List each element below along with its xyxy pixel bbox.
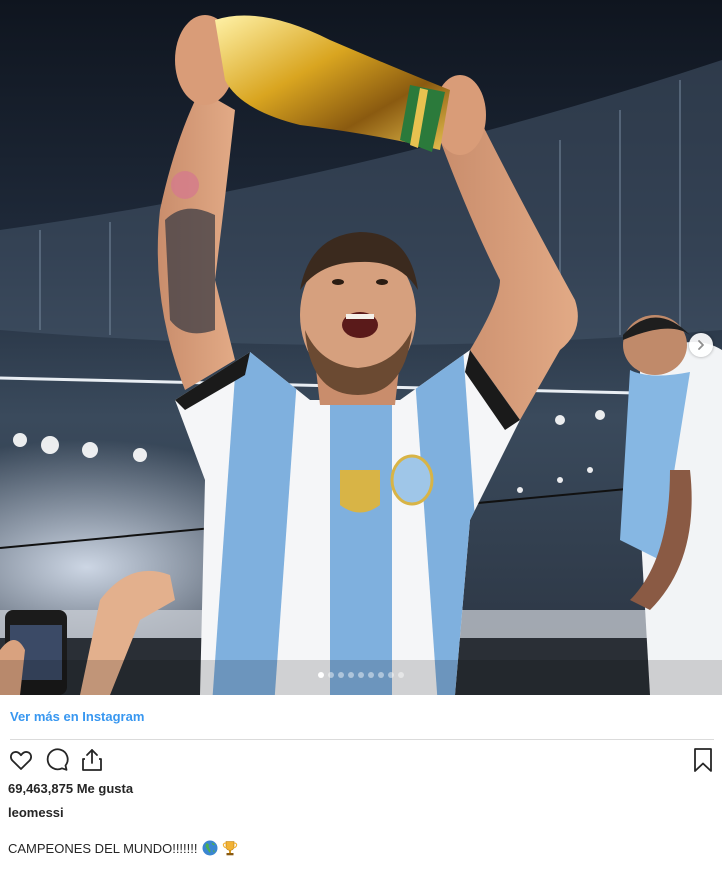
divider [10,739,714,740]
carousel-indicator [0,672,722,682]
carousel-dot [318,672,324,678]
share-icon [82,749,102,771]
like-button[interactable] [8,747,34,773]
post-photo[interactable] [0,0,722,695]
post-username[interactable]: leomessi [8,805,64,820]
action-bar [8,747,714,775]
bookmark-icon [694,748,712,772]
view-more-on-instagram-link[interactable]: Ver más en Instagram [10,709,144,724]
instagram-embed-post: Ver más en Instagram 69,463,875 Me gusta… [0,0,722,875]
likes-label: Me gusta [76,781,134,796]
chevron-right-icon [698,340,704,350]
carousel-dot [328,672,334,678]
globe-americas-emoji [202,840,217,856]
comment-button[interactable] [44,747,70,773]
heart-icon [10,751,32,770]
save-button[interactable] [690,747,716,773]
carousel-dot [338,672,344,678]
caption-text: CAMPEONES DEL MUNDO!!!!!!! [8,840,198,856]
carousel-dot [378,672,384,678]
post-caption: CAMPEONES DEL MUNDO!!!!!!! [8,840,238,856]
comment-icon [46,748,69,771]
likes-number: 69,463,875 [8,781,74,796]
carousel-dot [388,672,394,678]
trophy-emoji [222,841,237,856]
post-photo-illustration [0,0,722,695]
carousel-dot [358,672,364,678]
carousel-next-button[interactable] [689,333,713,357]
carousel-dot [368,672,374,678]
carousel-dot [348,672,354,678]
carousel-dot [398,672,404,678]
share-button[interactable] [79,747,105,773]
likes-count: 69,463,875 Me gusta [8,781,133,796]
